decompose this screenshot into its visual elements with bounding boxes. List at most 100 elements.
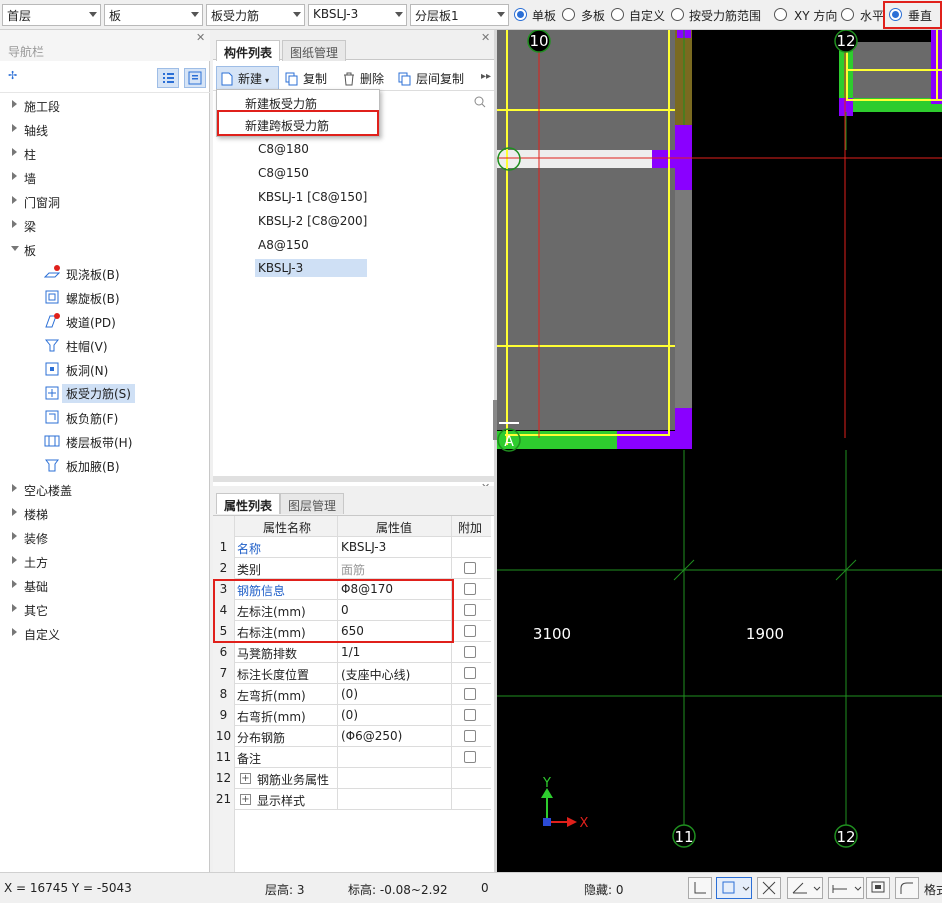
delete-button[interactable]: 删除 bbox=[342, 70, 384, 90]
nav-subitem-ramp[interactable]: 坡道(PD) bbox=[0, 309, 210, 333]
nav-item-wall[interactable]: 墙 bbox=[0, 165, 210, 189]
nav-item-construction-section[interactable]: 施工段 bbox=[0, 93, 210, 117]
category-dropdown[interactable]: 板 bbox=[104, 4, 203, 26]
property-value[interactable]: 1/1 bbox=[341, 645, 360, 659]
property-value[interactable]: KBSLJ-3 bbox=[341, 540, 386, 554]
close-icon[interactable]: ✕ bbox=[481, 31, 490, 44]
component-item[interactable]: A8@150 bbox=[258, 238, 309, 252]
tab-property-list[interactable]: 属性列表 bbox=[216, 493, 281, 514]
nav-label: 施工段 bbox=[24, 100, 61, 114]
radio-single-board[interactable] bbox=[514, 8, 527, 21]
component-item[interactable]: C8@150 bbox=[258, 166, 309, 180]
floor-dropdown[interactable]: 首层 bbox=[2, 4, 101, 26]
radio-by-range[interactable] bbox=[671, 8, 684, 21]
property-row[interactable]: 12 + 钢筋业务属性 bbox=[213, 768, 491, 789]
nav-item-openings[interactable]: 门窗洞 bbox=[0, 189, 210, 213]
property-value[interactable]: 面筋 bbox=[341, 561, 365, 578]
property-row[interactable]: 1 名称 KBSLJ-3 bbox=[213, 537, 491, 558]
spiral-slab-icon bbox=[45, 290, 59, 304]
nav-subitem-slab-haunch[interactable]: 板加腋(B) bbox=[0, 453, 210, 477]
nav-subitem-spiral-slab[interactable]: 螺旋板(B) bbox=[0, 285, 210, 309]
dimension-label: 1900 bbox=[746, 625, 784, 643]
header-value: 属性值 bbox=[376, 521, 413, 535]
component-item[interactable]: KBSLJ-1 [C8@150] bbox=[258, 190, 367, 204]
list-view-icon[interactable] bbox=[157, 68, 179, 88]
property-value[interactable]: (0) bbox=[341, 687, 358, 701]
extra-checkbox[interactable] bbox=[464, 646, 476, 658]
property-row[interactable]: 2 类别 面筋 bbox=[213, 558, 491, 579]
layer-dropdown[interactable]: 分层板1 bbox=[410, 4, 509, 26]
nav-subitem-slab-rebar[interactable]: 板受力筋(S) bbox=[0, 381, 210, 405]
expand-icon[interactable]: + bbox=[240, 794, 251, 805]
sparkle-icon[interactable]: ✢ bbox=[8, 69, 17, 82]
dimension-tool-icon[interactable] bbox=[828, 877, 864, 899]
property-row[interactable]: 6 马凳筋排数 1/1 bbox=[213, 642, 491, 663]
nav-subitem-negative-rebar[interactable]: 板负筋(F) bbox=[0, 405, 210, 429]
ortho-icon[interactable] bbox=[688, 877, 712, 899]
property-row[interactable]: 10 分布钢筋 (Φ6@250) bbox=[213, 726, 491, 747]
nav-item-axis[interactable]: 轴线 bbox=[0, 117, 210, 141]
property-row[interactable]: 9 右弯折(mm) (0) bbox=[213, 705, 491, 726]
cross-icon[interactable] bbox=[757, 877, 781, 899]
property-row[interactable]: 21 + 显示样式 bbox=[213, 789, 491, 810]
property-value[interactable]: (支座中心线) bbox=[341, 666, 410, 683]
extra-checkbox[interactable] bbox=[464, 562, 476, 574]
more-icon[interactable]: ▸▸ bbox=[481, 71, 491, 82]
component-item[interactable]: KBSLJ-2 [C8@200] bbox=[258, 214, 367, 228]
arc-icon[interactable] bbox=[895, 877, 919, 899]
extra-checkbox[interactable] bbox=[464, 688, 476, 700]
extra-checkbox[interactable] bbox=[464, 625, 476, 637]
component-dropdown[interactable]: KBSLJ-3 bbox=[308, 4, 407, 26]
property-name: 名称 bbox=[237, 542, 262, 556]
radio-horizontal[interactable] bbox=[841, 8, 854, 21]
component-item[interactable]: C8@180 bbox=[258, 142, 309, 156]
property-value[interactable]: (0) bbox=[341, 708, 358, 722]
extra-checkbox[interactable] bbox=[464, 583, 476, 595]
nav-item-decoration[interactable]: 装修 bbox=[0, 525, 210, 549]
angle-icon[interactable] bbox=[787, 877, 823, 899]
radio-xy-direction[interactable] bbox=[774, 8, 787, 21]
property-value[interactable]: (Φ6@250) bbox=[341, 729, 402, 743]
radio-multi-board[interactable] bbox=[562, 8, 575, 21]
nav-subitem-slab-hole[interactable]: 板洞(N) bbox=[0, 357, 210, 381]
nav-subitem-column-cap[interactable]: 柱帽(V) bbox=[0, 333, 210, 357]
property-row[interactable]: 8 左弯折(mm) (0) bbox=[213, 684, 491, 705]
extra-checkbox[interactable] bbox=[464, 709, 476, 721]
tab-layer-management[interactable]: 图层管理 bbox=[280, 493, 345, 514]
type-dropdown[interactable]: 板受力筋 bbox=[206, 4, 305, 26]
detail-view-icon[interactable] bbox=[184, 68, 206, 88]
snap-icon[interactable] bbox=[716, 877, 752, 899]
copy-button[interactable]: 复制 bbox=[285, 70, 327, 90]
nav-item-foundation[interactable]: 基础 bbox=[0, 573, 210, 597]
extra-checkbox[interactable] bbox=[464, 604, 476, 616]
nav-item-slab[interactable]: 板 bbox=[0, 237, 210, 261]
nav-item-stairs[interactable]: 楼梯 bbox=[0, 501, 210, 525]
property-row[interactable]: 7 标注长度位置 (支座中心线) bbox=[213, 663, 491, 684]
expand-icon[interactable]: + bbox=[240, 773, 251, 784]
nav-item-custom[interactable]: 自定义 bbox=[0, 621, 210, 645]
drawing-canvas[interactable]: 10 12 11 12 A 3100 1900 Y X bbox=[497, 30, 942, 872]
tab-component-list[interactable]: 构件列表 bbox=[216, 40, 281, 61]
extra-checkbox[interactable] bbox=[464, 751, 476, 763]
extra-checkbox[interactable] bbox=[464, 730, 476, 742]
component-item-selected[interactable]: KBSLJ-3 bbox=[255, 259, 367, 277]
tab-drawing-management[interactable]: 图纸管理 bbox=[282, 40, 347, 61]
nav-label: 楼梯 bbox=[24, 508, 49, 522]
nav-item-other[interactable]: 其它 bbox=[0, 597, 210, 621]
nav-item-earthwork[interactable]: 土方 bbox=[0, 549, 210, 573]
extra-checkbox[interactable] bbox=[464, 667, 476, 679]
property-row[interactable]: 11 备注 bbox=[213, 747, 491, 768]
nav-item-beam[interactable]: 梁 bbox=[0, 213, 210, 237]
nav-item-hollow-floor[interactable]: 空心楼盖 bbox=[0, 477, 210, 501]
nav-subitem-cast-slab[interactable]: 现浇板(B) bbox=[0, 261, 210, 285]
search-input[interactable] bbox=[379, 92, 491, 112]
nav-subitem-floor-strip[interactable]: 楼层板带(H) bbox=[0, 429, 210, 453]
close-icon[interactable]: ✕ bbox=[196, 31, 205, 44]
nav-item-column[interactable]: 柱 bbox=[0, 141, 210, 165]
display-icon[interactable] bbox=[866, 877, 890, 899]
layer-copy-button[interactable]: 层间复制 bbox=[398, 70, 464, 90]
new-button[interactable]: 新建 ▾ bbox=[216, 66, 279, 90]
radio-custom[interactable] bbox=[611, 8, 624, 21]
beam bbox=[497, 431, 617, 449]
splitter[interactable] bbox=[213, 476, 494, 482]
